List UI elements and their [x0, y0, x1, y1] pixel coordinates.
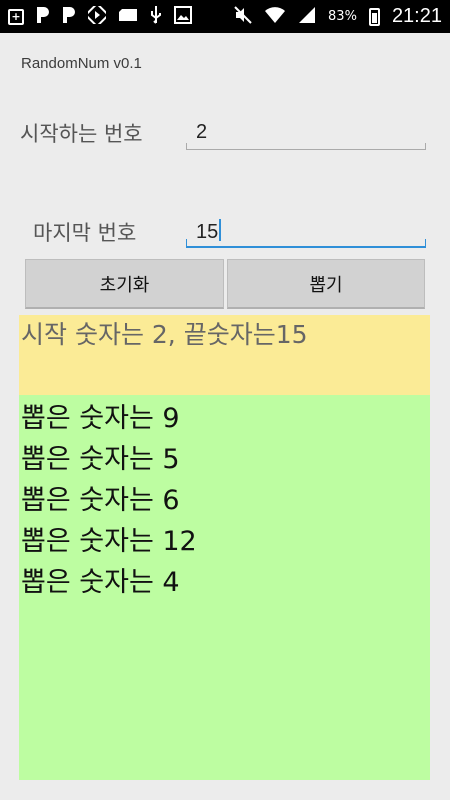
- result-line: 뽑은 숫자는 4: [21, 567, 180, 598]
- image-icon: [174, 6, 192, 27]
- p-notification-icon: [36, 6, 50, 27]
- p-notification-icon: [62, 6, 76, 27]
- text-cursor: [219, 219, 222, 241]
- start-number-value: 2: [196, 121, 208, 143]
- wifi-icon: [264, 6, 286, 27]
- end-number-value: 15: [196, 221, 219, 243]
- result-panel: 뽑은 숫자는 9 뽑은 숫자는 5 뽑은 숫자는 6 뽑은 숫자는 12 뽑은 …: [19, 395, 430, 780]
- signal-icon: [298, 6, 316, 27]
- start-number-label: 시작하는 번호: [20, 122, 143, 146]
- start-number-input[interactable]: 2: [186, 118, 426, 150]
- summary-panel: 시작 숫자는 2, 끝숫자는15: [19, 315, 430, 395]
- status-bar: + 83% 21:21: [0, 0, 450, 33]
- clock: 21:21: [391, 5, 442, 27]
- usb-icon: [150, 5, 162, 28]
- notification-icons: +: [8, 3, 192, 28]
- end-number-input[interactable]: 15: [186, 216, 426, 248]
- result-line: 뽑은 숫자는 12: [21, 526, 197, 557]
- result-line: 뽑은 숫자는 9: [21, 403, 180, 434]
- draw-button[interactable]: 뽑기: [227, 259, 425, 309]
- battery-percentage: 83%: [328, 9, 357, 24]
- summary-text: 시작 숫자는 2, 끝숫자는15: [21, 320, 308, 349]
- result-line: 뽑은 숫자는 5: [21, 444, 180, 475]
- sd-card-icon: [118, 8, 138, 25]
- reset-button[interactable]: 초기화: [25, 259, 224, 309]
- result-line: 뽑은 숫자는 6: [21, 485, 180, 516]
- app-title: RandomNum v0.1: [21, 55, 142, 72]
- battery-charging-icon: [368, 7, 380, 26]
- system-icons: 83% 21:21: [234, 5, 442, 28]
- plus-box-icon: +: [8, 8, 24, 25]
- mute-icon: [234, 6, 252, 27]
- end-number-label: 마지막 번호: [33, 221, 137, 245]
- play-icon: [85, 3, 109, 27]
